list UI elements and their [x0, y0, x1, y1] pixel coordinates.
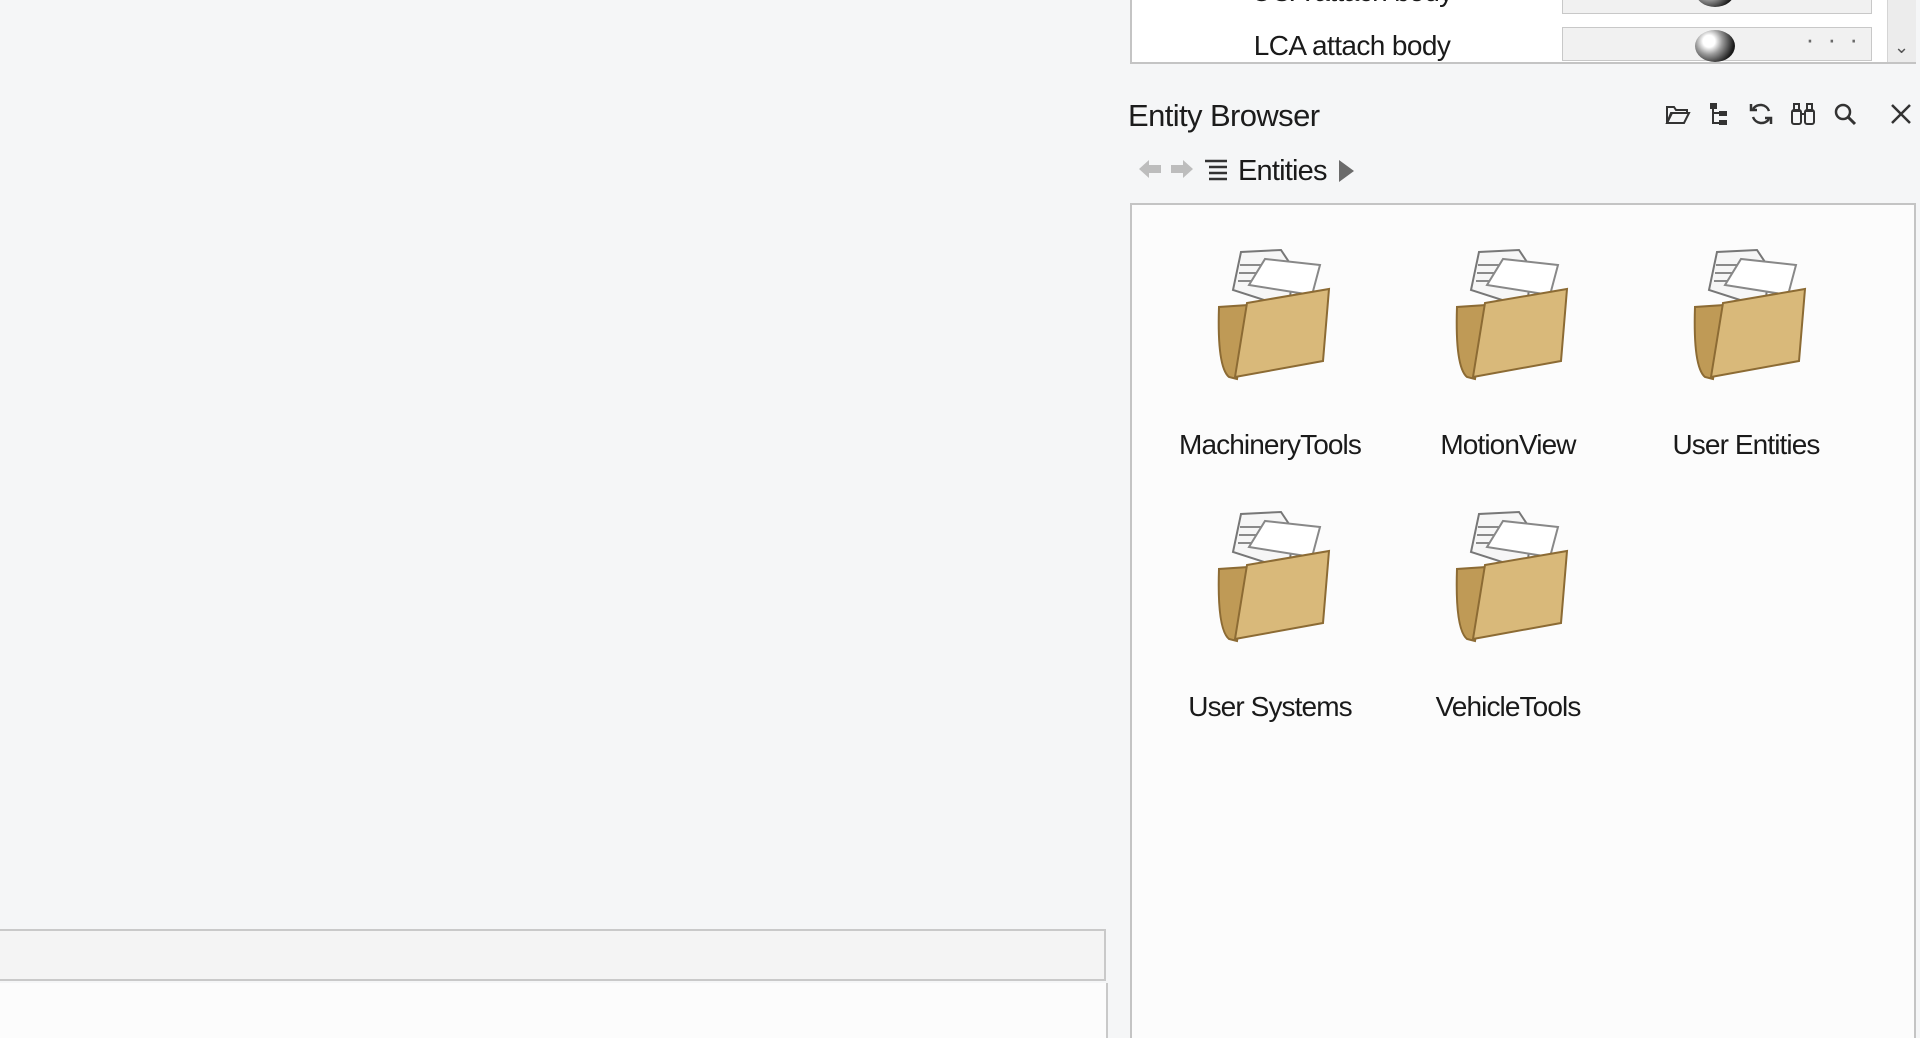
folder-icon [1455, 510, 1569, 643]
breadcrumb-entities[interactable]: Entities [1238, 155, 1328, 188]
breadcrumb-expand-icon[interactable] [1338, 160, 1354, 182]
folder-item[interactable]: MachineryTools [1155, 245, 1385, 461]
vertical-scrollbar[interactable]: ⌄ [1887, 0, 1916, 62]
scroll-down-icon[interactable]: ⌄ [1894, 37, 1909, 58]
folder-label: User Systems [1188, 691, 1352, 722]
list-view-icon[interactable] [1202, 156, 1232, 186]
back-arrow-icon[interactable] [1136, 157, 1164, 186]
binoculars-icon[interactable] [1784, 95, 1822, 133]
folder-icon [1217, 510, 1331, 643]
panel-title: Entity Browser [1128, 98, 1320, 133]
folder-item[interactable]: User Entities [1631, 245, 1861, 461]
search-icon[interactable] [1826, 95, 1864, 133]
breadcrumb: Entities [1136, 150, 1354, 192]
folder-label: User Entities [1672, 429, 1820, 460]
folder-icon [1217, 248, 1331, 381]
folder-item[interactable]: User Systems [1155, 507, 1385, 723]
panel-toolbar [1654, 94, 1920, 134]
folder-label: MotionView [1440, 429, 1576, 460]
graphics-area[interactable] [0, 0, 1110, 1038]
property-label: UCA attach body [1132, 0, 1572, 8]
folder-icon [1693, 248, 1807, 381]
folder-label: MachineryTools [1179, 429, 1362, 460]
folder-icon [1455, 248, 1569, 381]
property-row[interactable]: UCA attach body [1132, 0, 1892, 18]
open-folder-icon[interactable] [1658, 95, 1696, 133]
body-sphere-icon [1695, 30, 1735, 62]
body-selector[interactable]: · · · [1562, 24, 1872, 62]
tree-view-icon[interactable] [1700, 95, 1738, 133]
entity-browser-content: MachineryTools MotionView User Entities [1130, 203, 1916, 1038]
refresh-icon[interactable] [1742, 95, 1780, 133]
command-input-bar[interactable] [0, 929, 1106, 981]
forward-arrow-icon[interactable] [1168, 157, 1196, 186]
body-sphere-icon [1695, 0, 1735, 7]
property-label: LCA attach body [1253, 30, 1451, 61]
message-log-area [0, 983, 1108, 1038]
folder-label: VehicleTools [1435, 691, 1582, 722]
property-row[interactable]: LCA attach body · · · [1132, 24, 1892, 62]
close-icon[interactable] [1882, 95, 1920, 133]
folder-item[interactable]: VehicleTools [1393, 507, 1623, 723]
folder-item[interactable]: MotionView [1393, 245, 1623, 461]
body-selector[interactable] [1562, 0, 1872, 14]
property-table: UCA attach body LCA attach body · · · ⌄ [1130, 0, 1916, 64]
browse-ellipsis-button[interactable]: · · · [1806, 24, 1861, 55]
